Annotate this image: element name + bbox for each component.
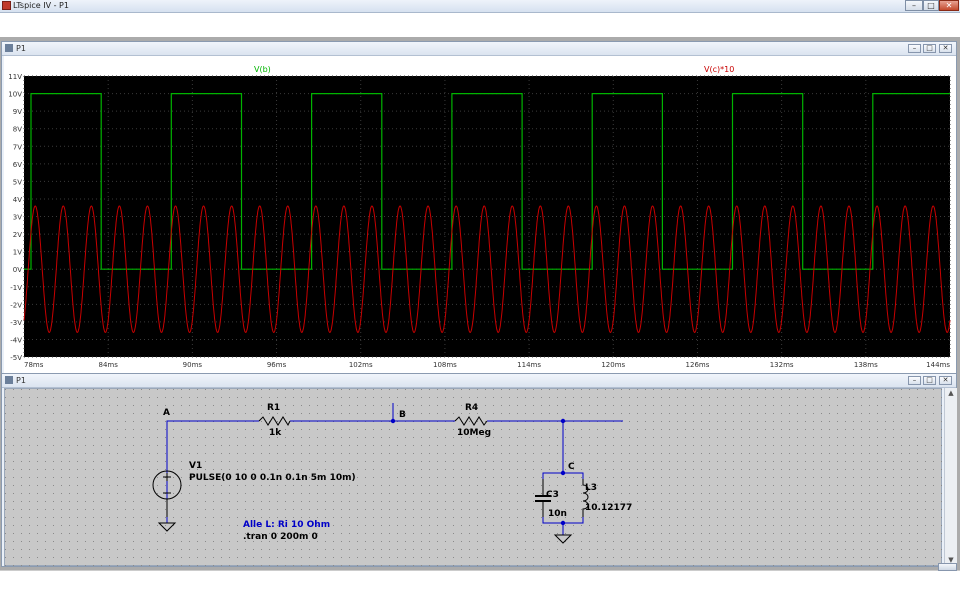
plot-window-titlebar[interactable]: P1 – □ ✕ <box>2 42 956 56</box>
minimize-button[interactable]: – <box>905 0 923 11</box>
y-tick-label: 5V <box>13 178 22 186</box>
plot-window-icon <box>5 44 13 52</box>
schematic-grid <box>5 389 943 567</box>
x-tick-label: 132ms <box>770 361 794 369</box>
plot-close-button[interactable]: ✕ <box>939 44 952 53</box>
x-tick-label: 102ms <box>349 361 373 369</box>
mdi-client-area: P1 – □ ✕ 11V 10V 9V 8V 7V 6V 5V 4V 3V 2V 1V 0V -1V -2… <box>0 37 960 570</box>
junction-b <box>390 418 396 424</box>
y-tick-label: -1V <box>10 284 22 292</box>
y-tick-label: 8V <box>13 126 22 134</box>
x-tick-label: 120ms <box>601 361 625 369</box>
r4-value: 10Meg <box>457 428 491 438</box>
y-tick-label: 10V <box>8 91 22 99</box>
waveform-viewer[interactable]: 11V 10V 9V 8V 7V 6V 5V 4V 3V 2V 1V 0V -1V -2V -3V -4V -5… <box>4 56 956 375</box>
schematic-window-icon <box>5 376 13 384</box>
status-bar <box>0 563 960 600</box>
schematic-window-titlebar[interactable]: P1 – □ ✕ <box>2 374 956 388</box>
schematic-drawing[interactable]: R1 1k R4 10Meg A B C V1 PULSE(0 10 0 0.1… <box>5 389 943 567</box>
comment-text[interactable]: Alle L: Ri 10 Ohm <box>243 520 330 530</box>
y-tick-label: 9V <box>13 108 22 116</box>
schematic-canvas[interactable]: R1 1k R4 10Meg A B C V1 PULSE(0 10 0 0.1… <box>4 388 943 567</box>
y-tick-label: 11V <box>8 73 22 81</box>
x-tick-label: 96ms <box>267 361 287 369</box>
r4-name: R4 <box>465 403 478 413</box>
junction-c <box>560 470 566 476</box>
ltspice-app-icon <box>2 1 11 10</box>
x-tick-label: 90ms <box>183 361 203 369</box>
y-tick-label: 6V <box>13 161 22 169</box>
close-button[interactable]: ✕ <box>939 0 959 11</box>
y-tick-label: -4V <box>10 336 22 344</box>
app-title: LTspice IV - P1 <box>13 1 69 10</box>
x-tick-label: 114ms <box>517 361 541 369</box>
y-tick-label: -2V <box>10 301 22 309</box>
schematic-vertical-scrollbar[interactable]: ▲ ▼ <box>944 388 957 566</box>
app-titlebar: LTspice IV - P1 – □ ✕ <box>0 0 960 13</box>
plot-window[interactable]: P1 – □ ✕ 11V 10V 9V 8V 7V 6V 5V 4V 3V 2V 1V 0V -1V -2… <box>1 41 957 375</box>
y-tick-label: 7V <box>13 143 22 151</box>
r1-name: R1 <box>267 403 280 413</box>
c3-name: C3 <box>546 490 559 500</box>
y-tick-label: 1V <box>13 249 22 257</box>
l3-name: L3 <box>585 483 597 493</box>
x-tick-label: 138ms <box>854 361 878 369</box>
schematic-maximize-button[interactable]: □ <box>923 376 936 385</box>
y-tick-label: 2V <box>13 231 22 239</box>
waveform-chart[interactable]: 11V 10V 9V 8V 7V 6V 5V 4V 3V 2V 1V 0V -1V -2V -3V -4V -5… <box>4 56 956 375</box>
y-tick-label: -3V <box>10 319 22 327</box>
node-label-b: B <box>399 410 406 420</box>
schematic-window[interactable]: P1 – □ ✕ R1 1k R4 10Meg A B C V1 PULSE(0… <box>1 373 957 567</box>
plot-minimize-button[interactable]: – <box>908 44 921 53</box>
plot-maximize-button[interactable]: □ <box>923 44 936 53</box>
c3-value: 10n <box>548 509 567 519</box>
x-tick-label: 144ms <box>926 361 950 369</box>
x-tick-label: 126ms <box>686 361 710 369</box>
schematic-close-button[interactable]: ✕ <box>939 376 952 385</box>
toolbar-area <box>0 13 960 37</box>
spice-directive[interactable]: .tran 0 200m 0 <box>243 532 318 542</box>
scroll-up-arrow-icon[interactable]: ▲ <box>946 388 957 399</box>
l3-value: 10.12177 <box>585 503 632 513</box>
junction-bottom <box>560 520 566 526</box>
maximize-button[interactable]: □ <box>923 0 939 11</box>
minimized-window-tab[interactable] <box>938 563 957 571</box>
y-tick-label: 3V <box>13 214 22 222</box>
y-tick-label: 4V <box>13 196 22 204</box>
v1-value: PULSE(0 10 0 0.1n 0.1n 5m 10m) <box>189 473 356 483</box>
node-label-c: C <box>568 462 575 472</box>
x-tick-label: 78ms <box>24 361 44 369</box>
x-tick-label: 84ms <box>98 361 118 369</box>
schematic-minimize-button[interactable]: – <box>908 376 921 385</box>
y-tick-label: -5V <box>10 354 22 362</box>
schematic-window-title: P1 <box>16 376 26 385</box>
legend-v-c-times-10[interactable]: V(c)*10 <box>704 65 734 74</box>
junction-top <box>560 418 566 424</box>
plot-window-title: P1 <box>16 44 26 53</box>
v1-name: V1 <box>189 461 202 471</box>
y-tick-label: 0V <box>13 266 22 274</box>
node-label-a: A <box>163 408 170 418</box>
x-tick-label: 108ms <box>433 361 457 369</box>
r1-value: 1k <box>269 428 282 438</box>
legend-v-b[interactable]: V(b) <box>254 65 271 74</box>
